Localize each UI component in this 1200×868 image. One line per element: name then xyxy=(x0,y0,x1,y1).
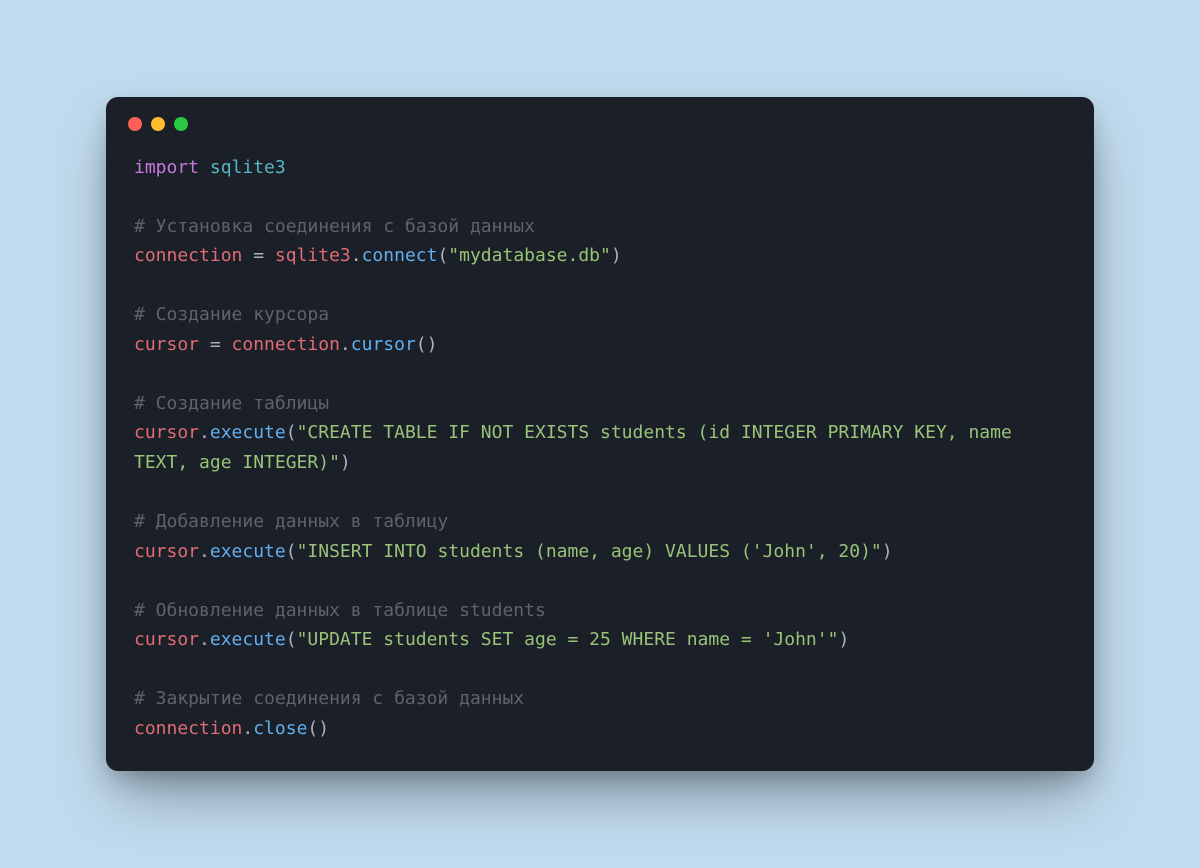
code-token: ) xyxy=(611,245,622,266)
code-token: # Закрытие соединения с базой данных xyxy=(134,688,524,709)
code-token: ( xyxy=(286,541,297,562)
code-token: = xyxy=(242,245,275,266)
code-token: "mydatabase.db" xyxy=(448,245,611,266)
code-token: # Добавление данных в таблицу xyxy=(134,511,448,532)
code-token: () xyxy=(307,718,329,739)
code-line: # Создание таблицы xyxy=(134,393,329,414)
code-line: connection = sqlite3.connect("mydatabase… xyxy=(134,245,622,266)
code-token: ( xyxy=(286,629,297,650)
code-line: # Обновление данных в таблице students xyxy=(134,600,546,621)
code-token: . xyxy=(340,334,351,355)
code-token: execute xyxy=(210,629,286,650)
code-window: import sqlite3 # Установка соединения с … xyxy=(106,97,1094,771)
code-token: . xyxy=(242,718,253,739)
code-line: # Добавление данных в таблицу xyxy=(134,511,448,532)
code-token: # Создание курсора xyxy=(134,304,329,325)
code-token: # Обновление данных в таблице students xyxy=(134,600,546,621)
code-line: cursor = connection.cursor() xyxy=(134,334,437,355)
code-line: # Закрытие соединения с базой данных xyxy=(134,688,524,709)
code-line: # Установка соединения с базой данных xyxy=(134,216,535,237)
code-token: cursor xyxy=(134,541,199,562)
code-token: connection xyxy=(134,718,242,739)
code-line: connection.close() xyxy=(134,718,329,739)
code-token: () xyxy=(416,334,438,355)
code-line: cursor.execute("UPDATE students SET age … xyxy=(134,629,849,650)
code-token: cursor xyxy=(134,629,199,650)
code-token: connection xyxy=(232,334,340,355)
code-token: "UPDATE students SET age = 25 WHERE name… xyxy=(297,629,839,650)
titlebar xyxy=(106,97,1094,137)
code-token: . xyxy=(199,629,210,650)
code-token: cursor xyxy=(134,334,199,355)
code-token: ( xyxy=(286,422,297,443)
code-token: ) xyxy=(882,541,893,562)
code-token: # Создание таблицы xyxy=(134,393,329,414)
code-token: # Установка соединения с базой данных xyxy=(134,216,535,237)
code-token: ) xyxy=(340,452,351,473)
zoom-icon[interactable] xyxy=(174,117,188,131)
code-token: close xyxy=(253,718,307,739)
code-token: import xyxy=(134,157,199,178)
code-token xyxy=(199,157,210,178)
code-token: execute xyxy=(210,541,286,562)
code-line: import sqlite3 xyxy=(134,157,286,178)
code-token: . xyxy=(351,245,362,266)
code-token: connect xyxy=(362,245,438,266)
close-icon[interactable] xyxy=(128,117,142,131)
code-token: = xyxy=(199,334,232,355)
code-token: sqlite3 xyxy=(210,157,286,178)
code-line: cursor.execute("INSERT INTO students (na… xyxy=(134,541,893,562)
code-token: cursor xyxy=(134,422,199,443)
minimize-icon[interactable] xyxy=(151,117,165,131)
code-token: ( xyxy=(437,245,448,266)
code-token: cursor xyxy=(351,334,416,355)
code-token: connection xyxy=(134,245,242,266)
code-token: ) xyxy=(838,629,849,650)
code-token: . xyxy=(199,422,210,443)
code-block: import sqlite3 # Установка соединения с … xyxy=(106,137,1094,771)
code-line: cursor.execute("CREATE TABLE IF NOT EXIS… xyxy=(134,422,1023,473)
code-token: sqlite3 xyxy=(275,245,351,266)
code-token: execute xyxy=(210,422,286,443)
code-token: . xyxy=(199,541,210,562)
code-token: "INSERT INTO students (name, age) VALUES… xyxy=(297,541,882,562)
code-line: # Создание курсора xyxy=(134,304,329,325)
